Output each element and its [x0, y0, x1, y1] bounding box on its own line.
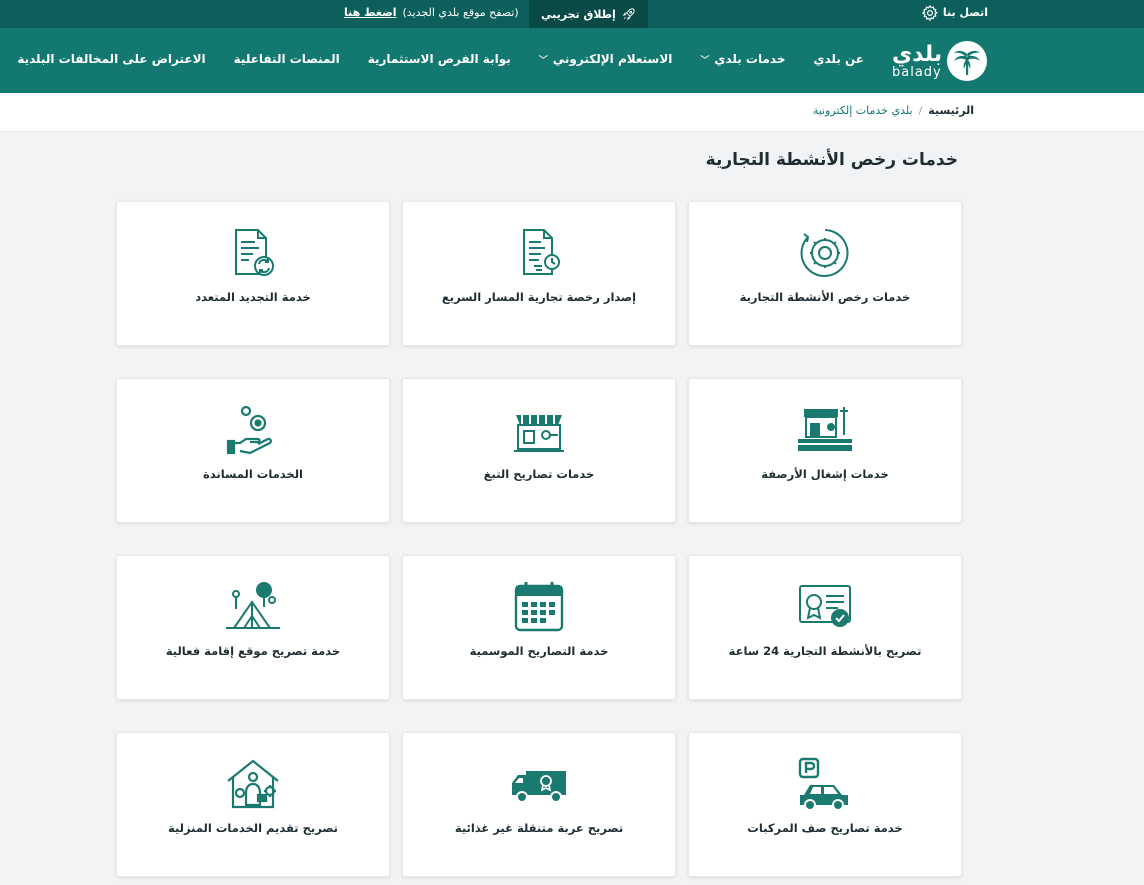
storefront-sidewalk-icon — [796, 403, 854, 457]
service-card-label: تصريح عربة متنقلة غير غذائية — [454, 821, 624, 835]
service-card-seasonal-permits[interactable]: خدمة التصاريح الموسمية — [402, 555, 676, 700]
service-card-label: خدمات تصاريح التبغ — [483, 467, 595, 481]
service-card-event-site[interactable]: خدمة تصريح موقع إقامة فعالية — [116, 555, 390, 700]
document-renew-icon — [224, 226, 282, 280]
service-card-sidewalk-occupancy[interactable]: خدمات إشغال الأرصفة — [688, 378, 962, 523]
gear-icon[interactable] — [921, 4, 939, 22]
service-card-parking-permits[interactable]: خدمة تصاريح صف المركبات — [688, 732, 962, 877]
balady-logo[interactable]: بلدي balady — [892, 38, 988, 84]
fast-document-icon — [510, 226, 568, 280]
nav-investment-portal[interactable]: بوابة الفرص الاستثمارية — [368, 52, 511, 66]
chevron-down-icon: ﹀ — [538, 55, 548, 66]
chevron-down-icon: ﹀ — [700, 55, 710, 66]
certificate-check-icon — [796, 580, 854, 634]
hand-gears-icon — [224, 403, 282, 457]
breadcrumb-current: بلدي خدمات إلكترونية — [812, 104, 913, 117]
service-card-label: خدمة تصريح موقع إقامة فعالية — [165, 644, 341, 658]
service-card-label: تصريح بالأنشطة التجارية 24 ساعة — [728, 644, 922, 658]
nav-about[interactable]: عن بلدي — [813, 52, 864, 66]
service-card-label: خدمة التجديد المتعدد — [195, 290, 311, 304]
parking-car-icon — [796, 757, 854, 811]
beta-note: (تصفح موقع بلدي الجديد) اضغط هنا — [344, 6, 519, 19]
service-card-label: الخدمات المساندة — [203, 467, 303, 481]
calendar-icon — [510, 580, 568, 634]
beta-note-text: (تصفح موقع بلدي الجديد) — [402, 6, 519, 19]
breadcrumb-bar: الرئيسية / بلدي خدمات إلكترونية — [0, 93, 1144, 132]
breadcrumb-separator: / — [918, 104, 923, 117]
home-services-icon — [224, 757, 282, 811]
nav-services[interactable]: خدمات بلدي ﹀ — [700, 52, 785, 66]
gear-cycle-icon — [796, 226, 854, 280]
kiosk-tobacco-icon — [510, 403, 568, 457]
service-card-label: خدمة تصاريح صف المركبات — [747, 821, 903, 835]
service-card-mobile-cart[interactable]: تصريح عربة متنقلة غير غذائية — [402, 732, 676, 877]
services-grid: خدمات رخص الأنشطة التجارية إصدار رخصة تج… — [116, 201, 962, 877]
logo-english: balady — [892, 64, 942, 80]
top-utility-bar: اتصل بنا إطلاق تجريبي (تصفح موقع بلدي ال… — [0, 0, 1144, 28]
main-header: بلدي balady عن بلدي خدمات بلدي ﹀ الاستعلا… — [0, 28, 1144, 93]
beta-label: إطلاق تجريبي — [541, 7, 616, 21]
service-card-label: خدمة التصاريح الموسمية — [469, 644, 609, 658]
service-card-label: خدمات إشغال الأرصفة — [761, 467, 889, 481]
beta-click-here-link[interactable]: اضغط هنا — [344, 6, 396, 19]
page-title: خدمات رخص الأنشطة التجارية — [705, 150, 958, 170]
event-tent-icon — [224, 580, 282, 634]
nav-violations-objection[interactable]: الاعتراض على المخالفات البلدية — [17, 52, 205, 66]
main-nav: عن بلدي خدمات بلدي ﹀ الاستعلام الإلكتروني… — [17, 52, 864, 66]
rocket-icon — [622, 7, 636, 21]
service-card-tobacco-permits[interactable]: خدمات تصاريح التبغ — [402, 378, 676, 523]
service-card-fast-track-license[interactable]: إصدار رخصة تجارية المسار السريع — [402, 201, 676, 346]
breadcrumb-home[interactable]: الرئيسية — [928, 104, 974, 117]
beta-launch-badge: إطلاق تجريبي — [529, 0, 648, 28]
nav-interactive-platforms[interactable]: المنصات التفاعلية — [234, 52, 340, 66]
breadcrumb: الرئيسية / بلدي خدمات إلكترونية — [813, 104, 974, 117]
service-card-multi-renewal[interactable]: خدمة التجديد المتعدد — [116, 201, 390, 346]
service-card-label: خدمات رخص الأنشطة التجارية — [739, 290, 911, 304]
contact-us-link[interactable]: اتصل بنا — [943, 6, 988, 19]
service-card-label: إصدار رخصة تجارية المسار السريع — [441, 290, 637, 304]
service-card-label: تصريح تقديم الخدمات المنزلية — [168, 821, 338, 835]
nav-e-inquiry[interactable]: الاستعلام الإلكتروني ﹀ — [539, 52, 673, 66]
service-card-support-services[interactable]: الخدمات المساندة — [116, 378, 390, 523]
logo-arabic: بلدي — [892, 41, 943, 67]
service-card-home-services[interactable]: تصريح تقديم الخدمات المنزلية — [116, 732, 390, 877]
service-card-24h-permit[interactable]: تصريح بالأنشطة التجارية 24 ساعة — [688, 555, 962, 700]
service-card-commercial-licenses[interactable]: خدمات رخص الأنشطة التجارية — [688, 201, 962, 346]
palm-logo-icon — [946, 40, 988, 82]
delivery-truck-icon — [510, 757, 568, 811]
